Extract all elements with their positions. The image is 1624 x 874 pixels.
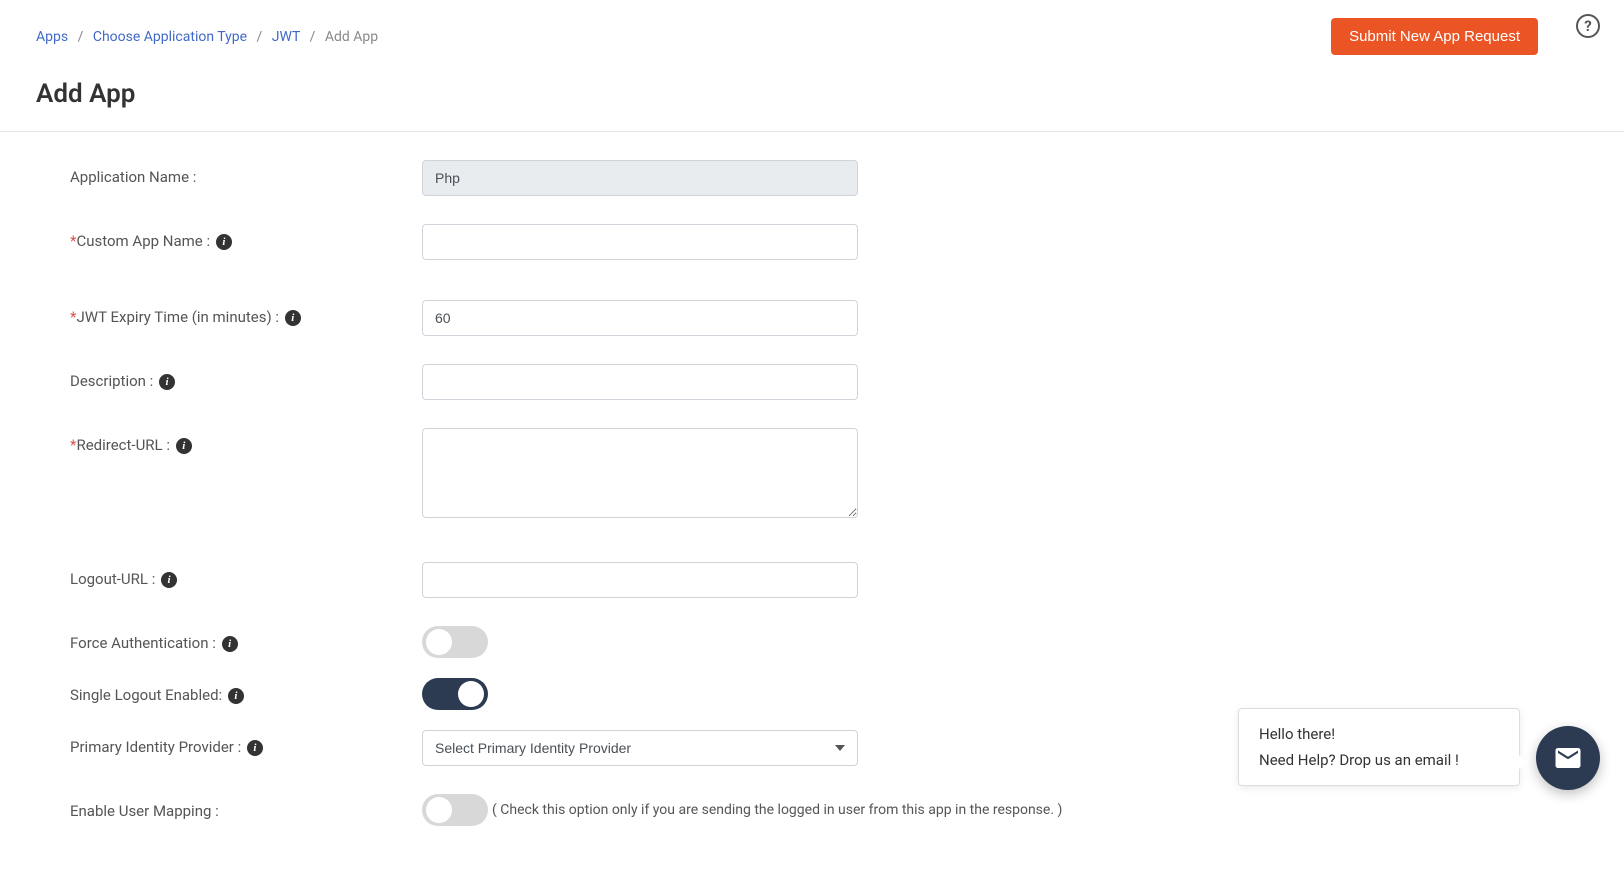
breadcrumb-choose-type[interactable]: Choose Application Type xyxy=(93,29,247,45)
info-icon[interactable]: i xyxy=(161,572,177,588)
help-widget: Hello there! Need Help? Drop us an email… xyxy=(1238,708,1600,790)
row-force-auth: Force Authentication : i xyxy=(70,626,1554,658)
help-message: Need Help? Drop us an email ! xyxy=(1259,751,1499,769)
row-jwt-expiry: *JWT Expiry Time (in minutes) : i xyxy=(70,300,1554,336)
help-bubble: Hello there! Need Help? Drop us an email… xyxy=(1238,708,1520,786)
breadcrumb-current: Add App xyxy=(325,29,378,45)
info-icon[interactable]: i xyxy=(216,234,232,250)
breadcrumb-separator: / xyxy=(310,29,316,45)
label-application-name: Application Name : xyxy=(70,160,422,186)
application-name-input[interactable] xyxy=(422,160,858,196)
info-icon[interactable]: i xyxy=(159,374,175,390)
breadcrumb-separator: / xyxy=(257,29,263,45)
mail-icon xyxy=(1553,743,1583,773)
logout-url-input[interactable] xyxy=(422,562,858,598)
row-description: Description : i xyxy=(70,364,1554,400)
label-primary-idp: Primary Identity Provider : i xyxy=(70,730,422,756)
row-custom-app-name: *Custom App Name : i xyxy=(70,224,1554,260)
label-user-mapping: Enable User Mapping : xyxy=(70,794,422,820)
description-input[interactable] xyxy=(422,364,858,400)
label-jwt-expiry: *JWT Expiry Time (in minutes) : i xyxy=(70,300,422,326)
label-redirect-url: *Redirect-URL : i xyxy=(70,428,422,454)
row-application-name: Application Name : xyxy=(70,160,1554,196)
label-logout-url: Logout-URL : i xyxy=(70,562,422,588)
row-user-mapping: Enable User Mapping : ( Check this optio… xyxy=(70,794,1554,826)
help-greeting: Hello there! xyxy=(1259,725,1499,743)
label-custom-app-name: *Custom App Name : i xyxy=(70,224,422,250)
toggle-knob xyxy=(426,797,452,823)
user-mapping-toggle[interactable] xyxy=(422,794,488,826)
help-icon[interactable]: ? xyxy=(1576,14,1600,38)
label-description: Description : i xyxy=(70,364,422,390)
label-single-logout: Single Logout Enabled: i xyxy=(70,678,422,704)
row-logout-url: Logout-URL : i xyxy=(70,562,1554,598)
user-mapping-hint: ( Check this option only if you are send… xyxy=(492,802,1062,818)
single-logout-toggle[interactable] xyxy=(422,678,488,710)
breadcrumb-apps[interactable]: Apps xyxy=(36,29,68,45)
breadcrumb: Apps / Choose Application Type / JWT / A… xyxy=(36,29,378,45)
breadcrumb-jwt[interactable]: JWT xyxy=(272,29,300,45)
top-bar: Apps / Choose Application Type / JWT / A… xyxy=(0,0,1624,61)
primary-idp-select[interactable]: Select Primary Identity Provider xyxy=(422,730,858,766)
custom-app-name-input[interactable] xyxy=(422,224,858,260)
info-icon[interactable]: i xyxy=(176,438,192,454)
label-force-auth: Force Authentication : i xyxy=(70,626,422,652)
info-icon[interactable]: i xyxy=(228,688,244,704)
redirect-url-textarea[interactable] xyxy=(422,428,858,518)
submit-new-app-button[interactable]: Submit New App Request xyxy=(1331,18,1538,55)
info-icon[interactable]: i xyxy=(222,636,238,652)
row-single-logout: Single Logout Enabled: i xyxy=(70,678,1554,710)
info-icon[interactable]: i xyxy=(285,310,301,326)
toggle-knob xyxy=(426,629,452,655)
help-fab-button[interactable] xyxy=(1536,726,1600,790)
toggle-knob xyxy=(458,681,484,707)
info-icon[interactable]: i xyxy=(247,740,263,756)
page-title: Add App xyxy=(0,61,1624,132)
row-redirect-url: *Redirect-URL : i xyxy=(70,428,1554,522)
jwt-expiry-input[interactable] xyxy=(422,300,858,336)
force-auth-toggle[interactable] xyxy=(422,626,488,658)
breadcrumb-separator: / xyxy=(78,29,84,45)
